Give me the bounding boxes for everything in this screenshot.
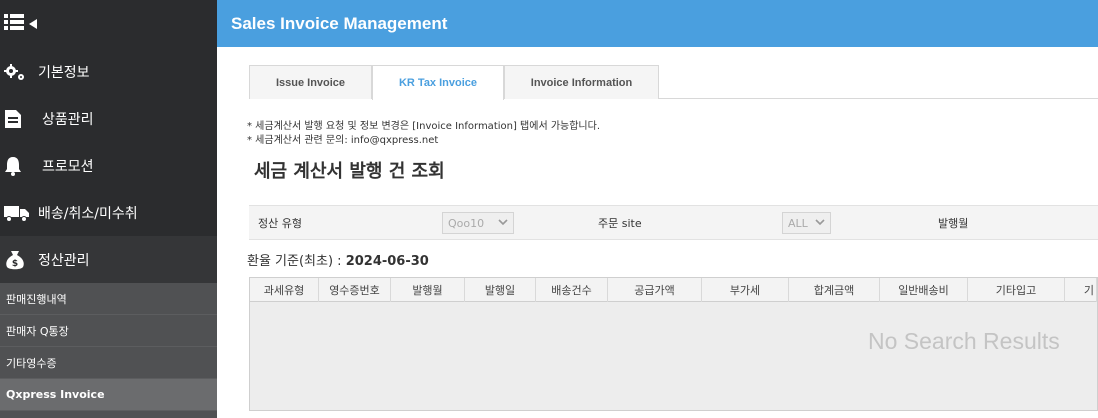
column-header[interactable]: 발행일: [465, 278, 536, 302]
column-header[interactable]: 공급가액: [608, 278, 702, 302]
sidebar-item-label: 정산관리: [38, 252, 90, 269]
tab-kr-tax-invoice[interactable]: KR Tax Invoice: [372, 65, 504, 100]
gears-icon: [4, 63, 38, 81]
page-title: Sales Invoice Management: [231, 13, 448, 33]
sidebar-item-label: 상품관리: [42, 111, 94, 128]
column-header[interactable]: 기: [1065, 278, 1097, 302]
chevron-down-icon: [815, 216, 825, 233]
sidebar-item-label: 배송/취소/미수취: [38, 205, 138, 222]
notes: * 세금계산서 발행 요청 및 정보 변경은 [Invoice Informat…: [247, 120, 600, 148]
order-site-value: ALL: [788, 216, 808, 230]
column-header[interactable]: 배송건수: [536, 278, 608, 302]
document-icon: [4, 109, 38, 129]
issue-month-label: 발행월: [938, 216, 969, 230]
column-header[interactable]: 기타입고: [968, 278, 1065, 302]
main-content: Issue Invoice KR Tax Invoice Invoice Inf…: [217, 47, 1098, 418]
sidebar-top: [0, 0, 217, 48]
settlement-type-select[interactable]: Qoo10: [442, 212, 514, 234]
tab-issue-invoice[interactable]: Issue Invoice: [249, 65, 372, 99]
column-header[interactable]: 발행월: [391, 278, 465, 302]
list-menu-icon: [4, 13, 24, 35]
note-line: * 세금계산서 발행 요청 및 정보 변경은 [Invoice Informat…: [247, 121, 601, 132]
sidebar-subitem-qxpress-invoice[interactable]: Qxpress Invoice: [0, 379, 217, 411]
page-header: Sales Invoice Management: [217, 0, 1098, 47]
app-root: 기본정보 상품관리 프로모션 배송/취소/미수취 $ 정산관리 판매진행내역 판…: [0, 0, 1098, 418]
filter-bar: 정산 유형 Qoo10 주문 site ALL 발행월: [249, 205, 1098, 240]
sidebar-submenu: 판매진행내역 판매자 Q통장 기타영수증 Qxpress Invoice: [0, 283, 217, 418]
sidebar-item-label: 기본정보: [38, 64, 90, 81]
order-site-label: 주문 site: [598, 216, 642, 230]
column-header[interactable]: 일반배송비: [880, 278, 968, 302]
sidebar-subitem-other-receipts[interactable]: 기타영수증: [0, 347, 217, 379]
table-header: 과세유형 영수증번호 발행월 발행일 배송건수 공급가액 부가세 합계금액 일반…: [250, 278, 1097, 302]
sidebar-toggle-button[interactable]: [4, 13, 38, 35]
sidebar-item-shipping[interactable]: 배송/취소/미수취: [0, 189, 217, 236]
column-header[interactable]: 합계금액: [789, 278, 880, 302]
sidebar-submenu-filler: [0, 411, 217, 418]
sidebar-item-basic-info[interactable]: 기본정보: [0, 48, 217, 95]
order-site-select[interactable]: ALL: [782, 212, 831, 234]
empty-state-message: No Search Results: [868, 328, 1060, 354]
sidebar-subitem-seller-q-account[interactable]: 판매자 Q통장: [0, 315, 217, 347]
tab-invoice-information[interactable]: Invoice Information: [504, 65, 659, 99]
sidebar-item-promotion[interactable]: 프로모션: [0, 142, 217, 189]
chevron-down-icon: [498, 216, 508, 233]
bell-icon: [4, 156, 38, 176]
sidebar-item-settlement[interactable]: $ 정산관리: [0, 236, 217, 283]
column-header[interactable]: 부가세: [702, 278, 789, 302]
sidebar: 기본정보 상품관리 프로모션 배송/취소/미수취 $ 정산관리 판매진행내역 판…: [0, 0, 217, 418]
truck-icon: [4, 204, 38, 222]
exchange-rate: 환율 기준(최초) : 2024-06-30: [247, 250, 429, 269]
results-table: 과세유형 영수증번호 발행월 발행일 배송건수 공급가액 부가세 합계금액 일반…: [249, 277, 1098, 411]
exchange-rate-date: 2024-06-30: [345, 254, 429, 269]
note-line: * 세금계산서 관련 문의: info@qxpress.net: [247, 135, 439, 146]
money-bag-icon: $: [4, 249, 38, 271]
sidebar-subitem-sales-history[interactable]: 판매진행내역: [0, 283, 217, 315]
sidebar-item-product[interactable]: 상품관리: [0, 95, 217, 142]
column-header[interactable]: 과세유형: [250, 278, 319, 302]
svg-text:$: $: [12, 259, 18, 269]
exchange-rate-label: 환율 기준(최초) :: [247, 254, 346, 269]
sidebar-item-label: 프로모션: [42, 158, 94, 175]
settlement-type-value: Qoo10: [448, 216, 485, 230]
section-title: 세금 계산서 발행 건 조회: [254, 161, 445, 182]
settlement-type-label: 정산 유형: [258, 216, 302, 230]
column-header[interactable]: 영수증번호: [319, 278, 391, 302]
collapse-arrow-icon: [28, 15, 38, 34]
tab-bar: Issue Invoice KR Tax Invoice Invoice Inf…: [249, 65, 1098, 100]
